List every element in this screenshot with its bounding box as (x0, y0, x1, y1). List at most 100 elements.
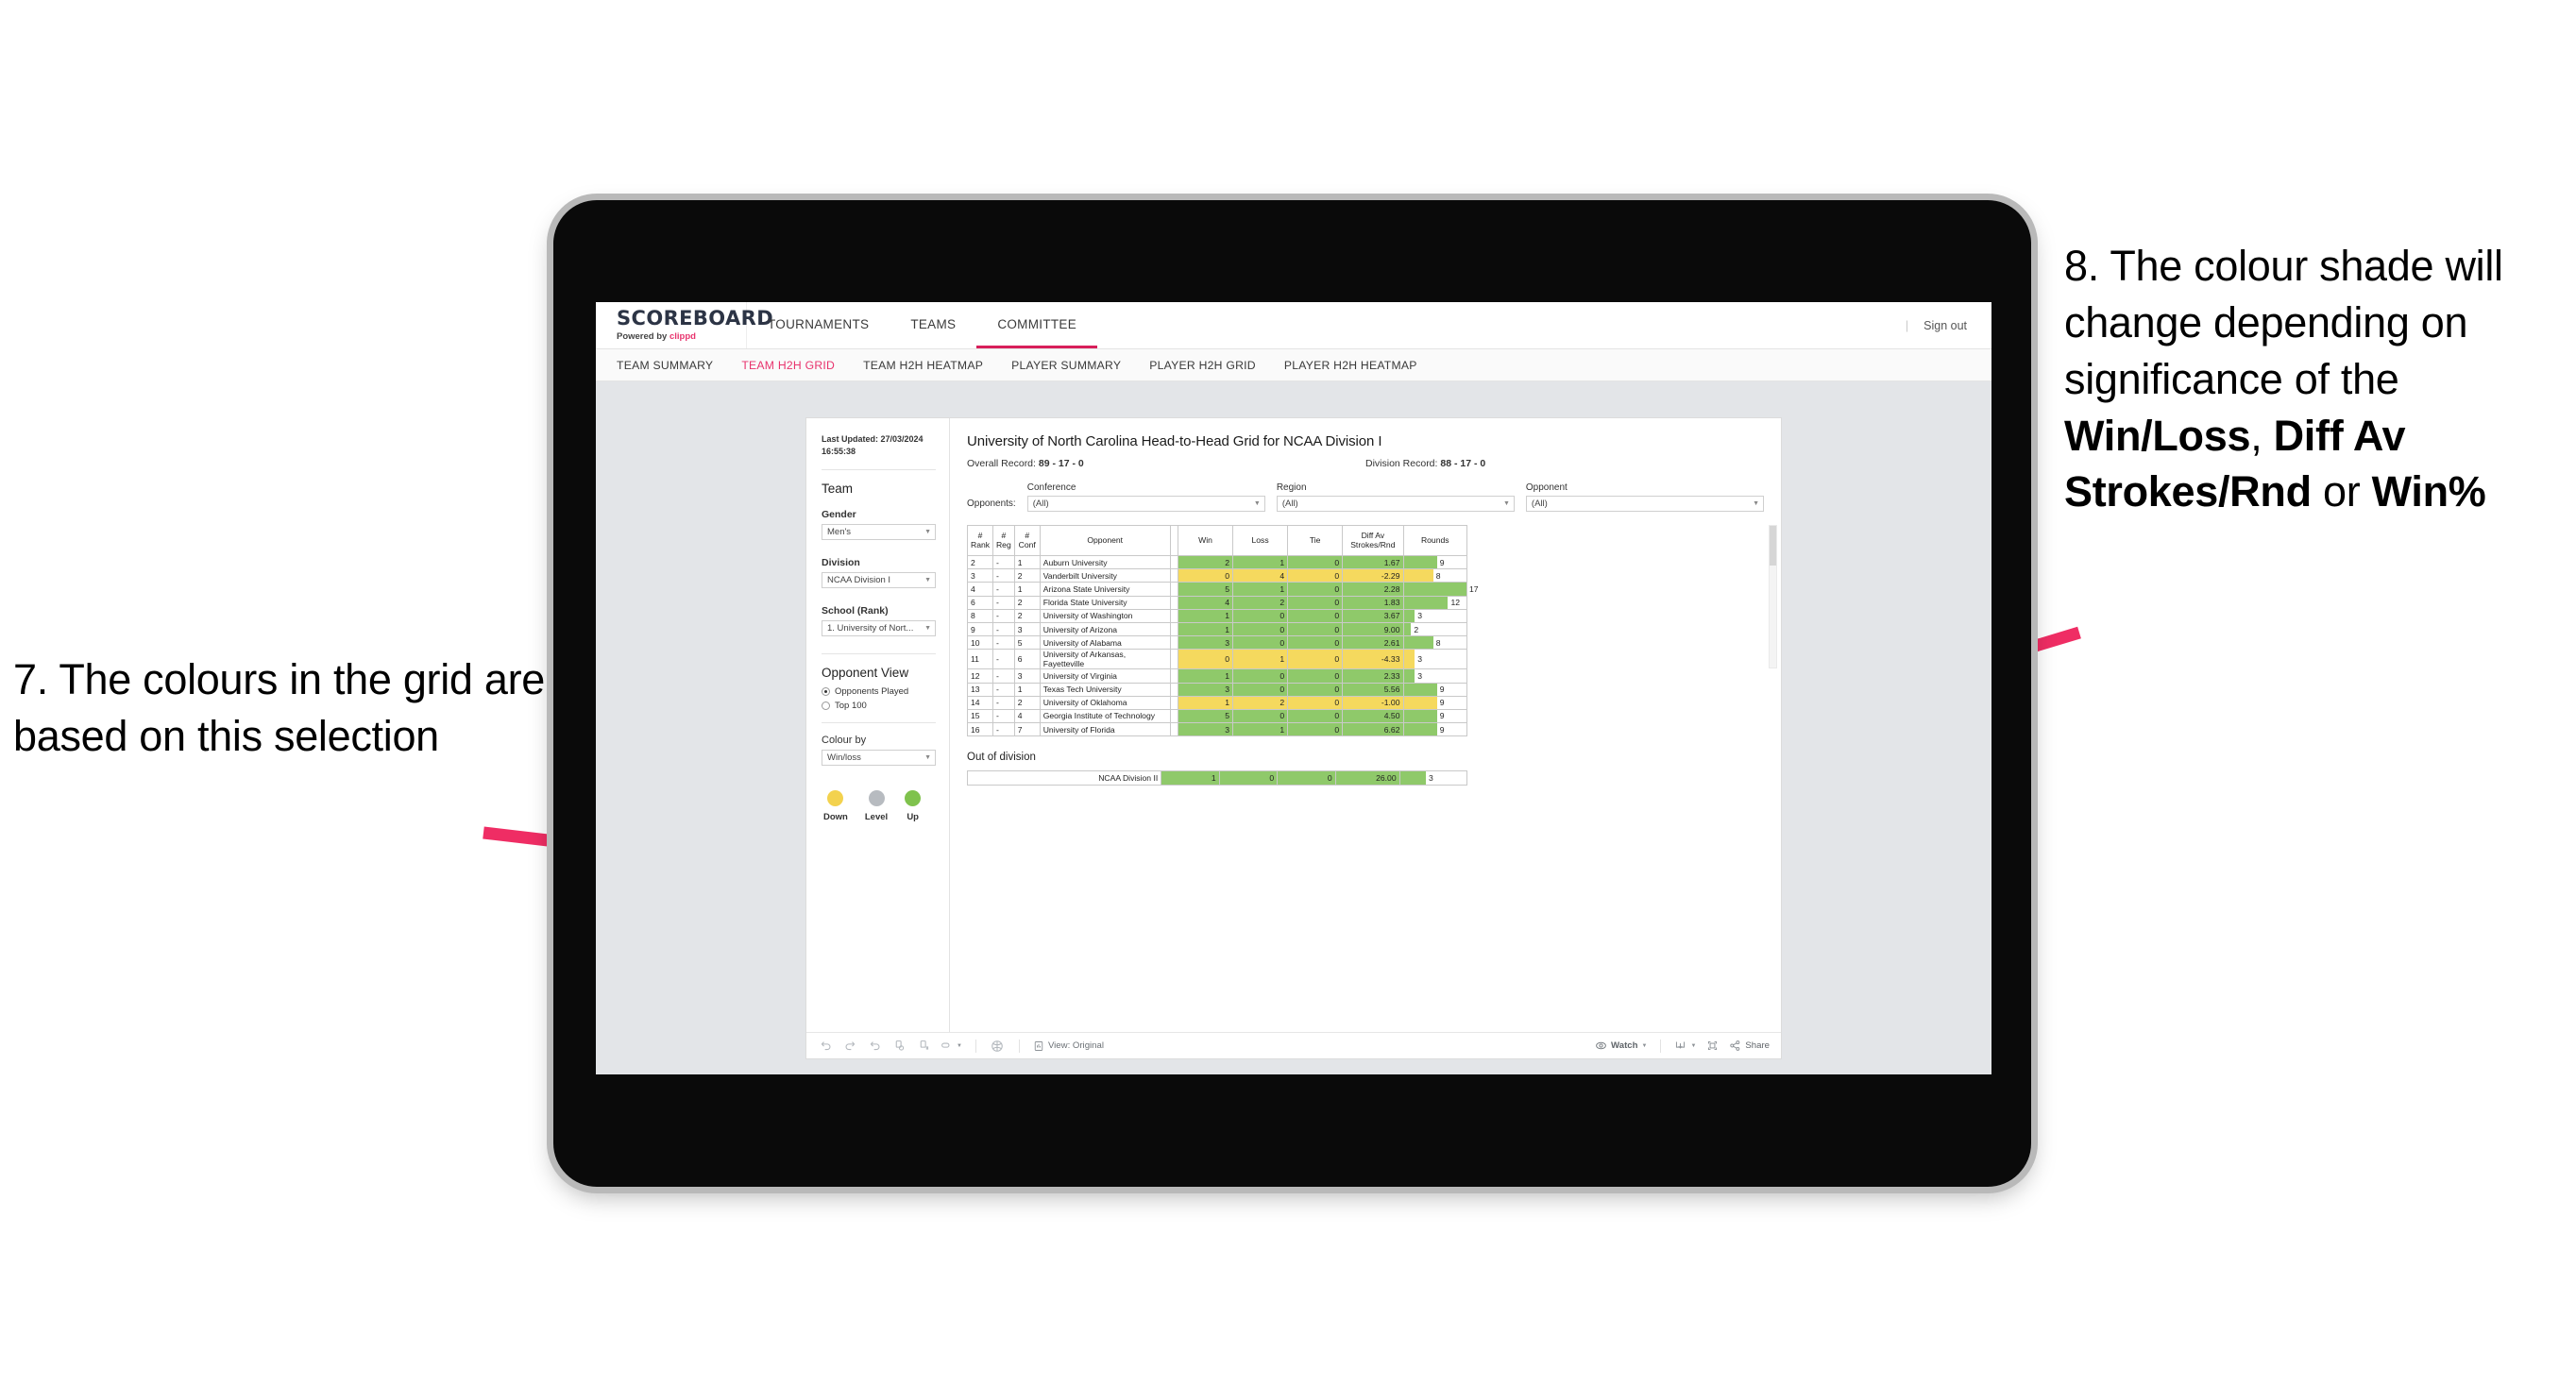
conference-dropdown[interactable]: (All) ▼ (1026, 496, 1265, 512)
subnav-player-summary[interactable]: PLAYER SUMMARY (1011, 359, 1121, 372)
legend-swatch-level (868, 790, 885, 807)
rounds-value: 2 (1414, 624, 1419, 634)
cell-rank: 4 (967, 582, 993, 597)
cell-division-label: NCAA Division II (966, 770, 1162, 786)
rounds-bar (1403, 622, 1412, 636)
subnav-player-h2h-grid[interactable]: PLAYER H2H GRID (1149, 359, 1256, 372)
table-row[interactable]: 9-3 University of Arizona 1 0 0 9.00 2 (967, 621, 1467, 637)
data-details-icon[interactable] (990, 1038, 1006, 1054)
custom-view-dropdown[interactable]: ▼ (941, 1040, 962, 1051)
cell-conf: 1 (1013, 682, 1041, 697)
cell-spacer (1169, 621, 1178, 637)
share-button[interactable]: Share (1729, 1040, 1770, 1052)
out-of-division-row[interactable]: NCAA Division II 1 0 0 26.00 3 (966, 770, 1468, 786)
filter-division-label: Division (822, 557, 860, 569)
cell-opponent: University of Arkansas, Fayetteville (1039, 649, 1171, 670)
table-row[interactable]: 6-2 Florida State University 4 2 0 1.83 12 (967, 595, 1467, 610)
cell-conf: 2 (1013, 695, 1041, 710)
table-row[interactable]: 14-2 University of Oklahoma 1 2 0 -1.00 9 (967, 695, 1467, 710)
radio-top-100-label: Top 100 (835, 701, 867, 712)
radio-opponents-played[interactable]: Opponents Played (822, 686, 936, 697)
cell-reg: - (991, 668, 1015, 684)
cell-diff: 4.50 (1342, 708, 1404, 724)
cell-tie: 0 (1287, 621, 1344, 637)
table-row[interactable]: 12-3 University of Virginia 1 0 0 2.33 3 (967, 668, 1467, 684)
opponent-dropdown[interactable]: (All) ▼ (1525, 496, 1764, 512)
division-dropdown[interactable]: NCAA Division I ▼ (822, 572, 936, 589)
annotation-7-text: 7. The colours in the grid are based on … (13, 655, 545, 760)
sidebar-heading-team: Team (822, 482, 854, 497)
refresh-icon[interactable] (891, 1038, 907, 1054)
table-row[interactable]: 11-6 University of Arkansas, Fayetteville… (967, 649, 1467, 670)
region-dropdown[interactable]: (All) ▼ (1276, 496, 1515, 512)
legend-item-level: Level (865, 790, 888, 822)
cell-spacer (1169, 554, 1178, 570)
app-logo[interactable]: SCOREBOARD Powered by clippd (596, 302, 774, 348)
cell-loss: 0 (1232, 635, 1289, 651)
cell-diff: 1.67 (1342, 554, 1404, 570)
cell-opponent: University of Florida (1039, 722, 1171, 737)
chevron-down-icon: ▼ (924, 577, 931, 584)
fullscreen-icon[interactable] (1704, 1038, 1720, 1054)
col-rounds-label: Rounds (1420, 534, 1449, 545)
scrollbar-thumb[interactable] (1770, 526, 1776, 566)
cell-spacer (1169, 582, 1178, 597)
gender-dropdown[interactable]: Men's ▼ (822, 524, 936, 541)
cell-loss: 0 (1232, 708, 1289, 724)
table-row[interactable]: 4-1 Arizona State University 5 1 0 2.28 17 (967, 582, 1479, 597)
table-row[interactable]: 15-4 Georgia Institute of Technology 5 0 0 4.… (967, 708, 1467, 724)
download-button[interactable]: ▼ (1674, 1040, 1696, 1052)
table-row[interactable]: 16-7 University of Florida 3 1 0 6.62 9 (967, 722, 1467, 737)
cell-rounds: 3 (1398, 770, 1468, 786)
colour-by-dropdown[interactable]: Win/loss ▼ (822, 750, 936, 767)
cell-reg: - (991, 708, 1015, 724)
radio-top-100[interactable]: Top 100 (822, 701, 936, 711)
logo-wordmark: SCOREBOARD (617, 307, 774, 330)
cell-opponent: Florida State University (1039, 595, 1171, 610)
pause-icon[interactable] (916, 1038, 932, 1054)
chevron-down-icon: ▼ (1253, 500, 1261, 507)
filter-opponent: Opponent (All) ▼ (1525, 482, 1764, 512)
rounds-bar (1403, 556, 1437, 569)
sign-out-link[interactable]: Sign out (1924, 319, 1967, 332)
cell-loss: 0 (1232, 682, 1289, 697)
table-row[interactable]: 3-2 Vanderbilt University 0 4 0 -2.29 8 (967, 568, 1467, 583)
table-row[interactable]: 8-2 University of Washington 1 0 0 3.67 3 (967, 608, 1467, 623)
cell-loss: 0 (1232, 668, 1289, 684)
col-reg: # Reg (991, 525, 1015, 556)
toolbar-divider-1 (974, 1039, 976, 1053)
colour-by-value: Win/loss (827, 752, 861, 764)
school-dropdown[interactable]: 1. University of Nort... ▼ (822, 620, 936, 637)
col-diff: Diff Av Strokes/Rnd (1342, 525, 1404, 556)
dashboard-body: Last Updated: 27/03/2024 16:55:38 Team G… (806, 418, 1781, 1032)
subnav-team-h2h-grid[interactable]: TEAM H2H GRID (741, 359, 835, 372)
cell-diff: 6.62 (1342, 722, 1404, 737)
rounds-value: 9 (1439, 698, 1445, 708)
view-original-button[interactable]: View: Original (1033, 1040, 1104, 1052)
vertical-scrollbar[interactable] (1769, 525, 1777, 668)
rounds-bar (1403, 583, 1466, 596)
head-to-head-table: # Rank # Reg # Conf Opponent Win Loss Ti… (967, 525, 1479, 737)
cell-tie: 0 (1287, 695, 1344, 710)
watch-button[interactable]: Watch ▼ (1595, 1040, 1647, 1052)
filter-school-rank: School (Rank) 1. University of Nort... ▼ (822, 605, 936, 637)
subnav-team-summary[interactable]: TEAM SUMMARY (617, 359, 713, 372)
subnav-player-h2h-heatmap[interactable]: PLAYER H2H HEATMAP (1284, 359, 1417, 372)
cell-opponent: Texas Tech University (1039, 682, 1171, 697)
redo-icon[interactable] (842, 1038, 858, 1054)
revert-icon[interactable] (867, 1038, 883, 1054)
cell-win: 3 (1177, 722, 1234, 737)
out-of-division-body: NCAA Division II 1 0 0 26.00 3 (966, 770, 1468, 786)
legend-swatch-up (905, 790, 922, 807)
table-row[interactable]: 13-1 Texas Tech University 3 0 0 5.56 9 (967, 682, 1467, 697)
undo-icon[interactable] (818, 1038, 834, 1054)
nav-committee[interactable]: COMMITTEE (976, 302, 1098, 348)
nav-tournaments[interactable]: TOURNAMENTS (747, 302, 890, 348)
opponents-label: Opponents: (967, 499, 1016, 509)
nav-teams[interactable]: TEAMS (890, 302, 976, 348)
out-of-division-title: Out of division (967, 752, 1036, 764)
table-row[interactable]: 10-5 University of Alabama 3 0 0 2.61 8 (967, 635, 1467, 651)
table-row[interactable]: 2-1 Auburn University 2 1 0 1.67 9 (967, 554, 1467, 570)
cell-reg: - (991, 554, 1015, 570)
subnav-team-h2h-heatmap[interactable]: TEAM H2H HEATMAP (863, 359, 983, 372)
